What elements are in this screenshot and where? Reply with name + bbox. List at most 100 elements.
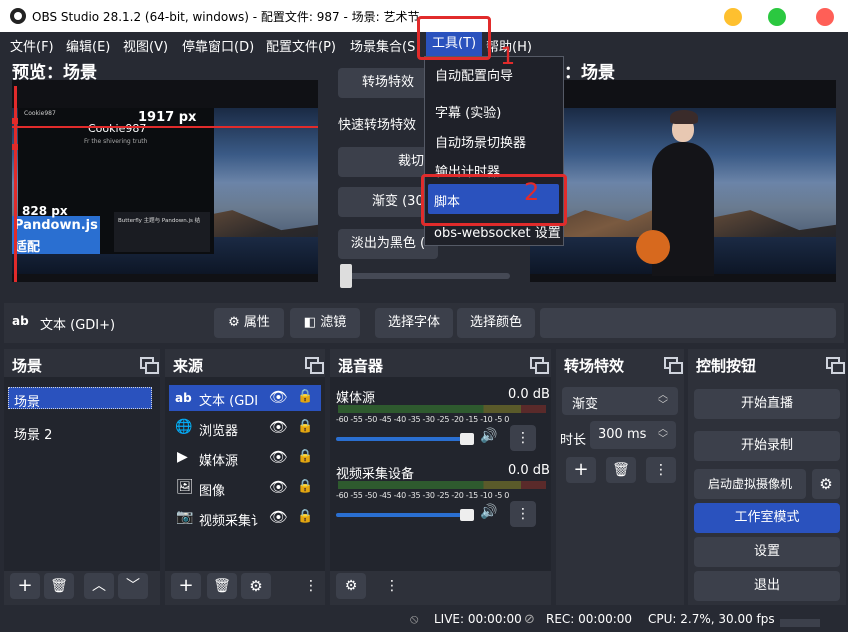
camera-icon: 📷 xyxy=(176,509,194,525)
quick-transitions-label: 快速转场特效 xyxy=(338,118,417,133)
add-transition-button[interactable]: + xyxy=(566,457,596,483)
channel-name: 视频采集设备 xyxy=(336,467,415,482)
color-preview-field[interactable] xyxy=(540,308,836,338)
more-icon[interactable]: ⋮ xyxy=(510,501,536,527)
eye-icon[interactable]: 👁 xyxy=(269,418,288,436)
properties-button[interactable]: ⚙ 属性 xyxy=(214,308,284,338)
menu-edit[interactable]: 编辑(E) xyxy=(66,36,110,55)
filters-button[interactable]: ◧ 滤镜 xyxy=(290,308,360,338)
transition-slider-track[interactable] xyxy=(340,273,510,279)
close-button[interactable] xyxy=(816,8,834,26)
virtual-camera-button[interactable]: 启动虚拟摄像机 xyxy=(694,469,806,499)
speaker-icon[interactable]: 🔊 xyxy=(480,428,497,444)
more-icon[interactable]: ⋮ xyxy=(646,457,676,483)
lock-icon[interactable]: 🔒 xyxy=(297,389,313,404)
filters-label: 滤镜 xyxy=(320,315,347,330)
start-record-button[interactable]: 开始录制 xyxy=(694,431,840,461)
volume-knob[interactable] xyxy=(460,509,474,521)
minimize-button[interactable] xyxy=(724,8,742,26)
menu-file[interactable]: 文件(F) xyxy=(10,36,54,55)
more-icon[interactable]: ⋮ xyxy=(384,573,400,599)
transition-slider-handle[interactable] xyxy=(340,264,352,288)
lock-icon[interactable]: 🔒 xyxy=(297,509,313,524)
source-row-camera[interactable]: 📷 视频采集讠 👁 🔒 xyxy=(169,505,321,531)
menu-scene-collection[interactable]: 场景集合(S xyxy=(350,36,415,55)
eye-icon[interactable]: 👁 xyxy=(269,508,288,526)
fade-black-button[interactable]: 淡出为黑色 ( xyxy=(338,229,438,259)
channel-db: 0.0 dB xyxy=(508,463,550,478)
volume-slider[interactable] xyxy=(336,437,472,441)
context-bar: ab 文本 (GDI+) ⚙ 属性 ◧ 滤镜 选择字体 选择颜色 xyxy=(4,303,844,343)
trash-icon[interactable]: 🗑 xyxy=(44,573,74,599)
menu-view[interactable]: 视图(V) xyxy=(123,36,168,55)
add-source-button[interactable]: + xyxy=(171,573,201,599)
eye-icon[interactable]: 👁 xyxy=(269,478,288,496)
mixer-dock: 混音器 媒体源 0.0 dB -60 -55 -50 -45 -40 -35 -… xyxy=(330,349,551,605)
menu-scene-switcher[interactable]: 自动场景切换器 xyxy=(435,132,526,151)
trash-icon[interactable]: 🗑 xyxy=(606,457,636,483)
gear-icon[interactable]: ⚙ xyxy=(336,573,366,599)
select-font-button[interactable]: 选择字体 xyxy=(375,308,453,338)
browser-icon: 🌐 xyxy=(175,419,193,435)
cut-button[interactable]: 裁切 xyxy=(338,147,438,177)
more-icon[interactable]: ⋮ xyxy=(510,425,536,451)
status-indicator xyxy=(780,619,820,627)
select-color-button[interactable]: 选择颜色 xyxy=(457,308,535,338)
spin-arrows-icon: ︿ ﹀ xyxy=(658,424,668,445)
text-source-icon: ab xyxy=(12,314,29,328)
handle-2[interactable] xyxy=(12,118,18,124)
dock-float-icon[interactable] xyxy=(530,357,549,374)
source-row-media[interactable]: ▶ 媒体源 👁 🔒 xyxy=(169,445,321,471)
settings-button[interactable]: 设置 xyxy=(694,537,840,567)
transition-effect-button[interactable]: 转场特效 xyxy=(338,68,438,98)
source-row-image[interactable]: 🖼 图像 👁 🔒 xyxy=(169,475,321,501)
duration-value: 300 ms xyxy=(598,427,647,442)
source-row-browser[interactable]: 🌐 浏览器 👁 🔒 xyxy=(169,415,321,441)
eye-icon[interactable]: 👁 xyxy=(269,448,288,466)
start-stream-button[interactable]: 开始直播 xyxy=(694,389,840,419)
dock-float-icon[interactable] xyxy=(664,357,683,374)
menu-profile[interactable]: 配置文件(P) xyxy=(266,36,336,55)
add-scene-button[interactable]: + xyxy=(10,573,40,599)
eye-icon[interactable]: 👁 xyxy=(269,388,288,406)
lock-icon[interactable]: 🔒 xyxy=(297,479,313,494)
speaker-icon[interactable]: 🔊 xyxy=(480,504,497,520)
maximize-button[interactable] xyxy=(768,8,786,26)
cpu-fps: CPU: 2.7%, 30.00 fps xyxy=(648,612,775,626)
scene-item-2[interactable]: 场景 2 xyxy=(14,424,52,443)
dock-float-icon[interactable] xyxy=(305,357,324,374)
selected-source-name: 文本 (GDI+) xyxy=(40,318,116,333)
channel-name: 媒体源 xyxy=(336,391,376,406)
lock-icon[interactable]: 🔒 xyxy=(297,419,313,434)
no-signal-icon: ⦸ xyxy=(410,612,419,627)
gear-icon[interactable]: ⚙ xyxy=(812,469,840,499)
basketball xyxy=(636,230,670,264)
px-height-label: 828 px xyxy=(22,204,68,218)
menu-captions[interactable]: 字幕 (实验) xyxy=(435,102,501,121)
duration-spinbox[interactable]: 300 ms ︿ ﹀ xyxy=(590,421,676,449)
gear-icon[interactable]: ⚙ xyxy=(241,573,271,599)
source-label: 视频采集讠 xyxy=(199,514,265,529)
chevron-down-icon[interactable]: ﹀ xyxy=(118,573,148,599)
handle-1[interactable] xyxy=(12,144,18,150)
person-hair xyxy=(670,110,698,124)
preview-canvas[interactable]: Cookie987 Cookie987 Fr the shivering tru… xyxy=(12,80,318,282)
trash-icon[interactable]: 🗑 xyxy=(207,573,237,599)
chevron-up-icon[interactable]: ︿ xyxy=(84,573,114,599)
exit-button[interactable]: 退出 xyxy=(694,571,840,601)
source-row-text[interactable]: ab 文本 (GDI 👁 🔒 xyxy=(169,385,321,411)
lock-icon[interactable]: 🔒 xyxy=(297,449,313,464)
transition-select[interactable]: 渐变 ︿ ﹀ xyxy=(562,387,678,415)
annotation-box-2 xyxy=(421,174,567,226)
volume-slider[interactable] xyxy=(336,513,472,517)
dock-float-icon[interactable] xyxy=(826,357,845,374)
pandown-banner: Pandown.js 适配 xyxy=(12,216,100,255)
sources-dock-title: 来源 xyxy=(173,357,204,375)
more-icon[interactable]: ⋮ xyxy=(303,573,319,599)
studio-mode-button[interactable]: 工作室模式 xyxy=(694,503,840,533)
dock-float-icon[interactable] xyxy=(140,357,159,374)
image-icon: 🖼 xyxy=(176,479,194,495)
menu-docks[interactable]: 停靠窗口(D) xyxy=(182,36,254,55)
volume-knob[interactable] xyxy=(460,433,474,445)
scene-item-selected[interactable]: 场景 xyxy=(8,387,152,410)
